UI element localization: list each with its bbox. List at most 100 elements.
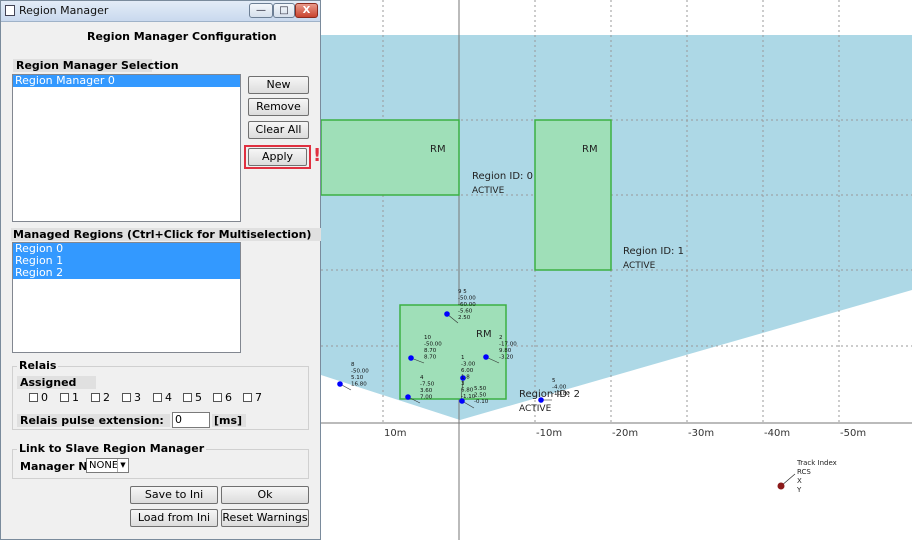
- x-tick: -50m: [840, 428, 866, 439]
- target-label: 10: [424, 335, 431, 341]
- target-label: 3.60: [420, 388, 433, 394]
- clear-all-button[interactable]: Clear All: [248, 121, 309, 139]
- relais-heading: Relais: [17, 359, 59, 372]
- target-label: -17.00: [499, 342, 517, 348]
- target-point[interactable]: [408, 355, 414, 361]
- legend-line: Y: [796, 486, 802, 494]
- manager-nr-value: NONE: [89, 460, 119, 471]
- checkbox-label: 5: [195, 391, 202, 404]
- region-manager-list[interactable]: Region Manager 0: [12, 74, 241, 222]
- track-legend: Track Index RCS X Y: [777, 459, 837, 494]
- region-manager-window: Region Manager — □ X Region Manager Conf…: [0, 0, 321, 540]
- region-2-id: Region ID: 2: [519, 389, 580, 400]
- checkbox-label: 1: [72, 391, 79, 404]
- relais-checkbox-0[interactable]: [29, 393, 38, 402]
- relais-checkbox-4[interactable]: [153, 393, 162, 402]
- target-label: 5.50: [474, 386, 487, 392]
- target-point[interactable]: [483, 354, 489, 360]
- config-title: Region Manager Configuration: [87, 30, 277, 43]
- legend-point: [777, 482, 785, 490]
- reset-warnings-button[interactable]: Reset Warnings: [221, 509, 309, 527]
- legend-line: RCS: [797, 468, 811, 476]
- target-point[interactable]: [538, 397, 544, 403]
- list-item[interactable]: Region 2: [13, 267, 240, 279]
- checkbox-label: 2: [103, 391, 110, 404]
- save-to-ini-button[interactable]: Save to Ini: [130, 486, 218, 504]
- relais-checkbox-7[interactable]: [243, 393, 252, 402]
- link-heading: Link to Slave Region Manager: [17, 442, 207, 455]
- assigned-label: Assigned: [17, 376, 96, 389]
- target-label: 8.70: [424, 355, 437, 361]
- app-icon: [5, 5, 15, 16]
- pulse-label: Relais pulse extension:: [17, 414, 170, 427]
- pulse-unit: [ms]: [212, 414, 246, 427]
- pulse-extension-input[interactable]: 0: [172, 412, 210, 428]
- relais-checkbox-2[interactable]: [91, 393, 100, 402]
- warning-mark: !: [313, 145, 322, 166]
- relais-checkbox-1[interactable]: [60, 393, 69, 402]
- target-point[interactable]: [459, 398, 465, 404]
- target-label: -50.00: [458, 296, 476, 302]
- target-label: -3.00: [461, 362, 476, 368]
- managed-heading: Managed Regions (Ctrl+Click for Multisel…: [11, 228, 321, 241]
- manager-nr-label: Manager Nr.: [20, 460, 96, 473]
- relais-checkbox-5[interactable]: [183, 393, 192, 402]
- legend-line: Track Index: [796, 459, 837, 467]
- title-bar[interactable]: Region Manager — □ X: [1, 1, 320, 22]
- checkbox-label: 7: [255, 391, 262, 404]
- new-button[interactable]: New: [248, 76, 309, 94]
- region-0-status: ACTIVE: [472, 186, 505, 196]
- list-item[interactable]: Region Manager 0: [13, 75, 240, 87]
- target-label: -10.80: [552, 391, 570, 397]
- ok-button[interactable]: Ok: [221, 486, 309, 504]
- checkbox-label: 0: [41, 391, 48, 404]
- region-partial-label: RM: [430, 144, 446, 155]
- apply-button[interactable]: Apply: [248, 148, 307, 166]
- target-label: 16.80: [351, 382, 367, 388]
- target-label: 9.80: [499, 348, 512, 354]
- target-label: 1.8: [461, 375, 470, 381]
- target-label: 7.00: [420, 395, 433, 401]
- target-label: -7.50: [420, 382, 435, 388]
- relais-checkbox-6[interactable]: [213, 393, 222, 402]
- close-button[interactable]: X: [295, 3, 318, 18]
- checkbox-label: 3: [134, 391, 141, 404]
- target-label: -0.10: [474, 399, 489, 405]
- target-label: -4.00: [552, 385, 567, 391]
- relais-checkbox-3[interactable]: [122, 393, 131, 402]
- region-2-label: RM: [476, 329, 492, 340]
- target-label: -60.00: [458, 302, 476, 308]
- region-1-status: ACTIVE: [623, 261, 656, 271]
- target-label: 8.70: [424, 348, 437, 354]
- target-label: 9 5: [458, 289, 467, 295]
- checkbox-label: 4: [165, 391, 172, 404]
- target-label: 2: [499, 335, 503, 341]
- manager-nr-select[interactable]: NONE ▼: [86, 458, 129, 473]
- target-label: -3.20: [499, 355, 514, 361]
- target-point[interactable]: [405, 394, 411, 400]
- target-label: 8: [351, 362, 355, 368]
- target-label: 3: [461, 381, 465, 387]
- remove-button[interactable]: Remove: [248, 98, 309, 116]
- load-from-ini-button[interactable]: Load from Ini: [130, 509, 218, 527]
- target-label: 4: [420, 375, 424, 381]
- window-title: Region Manager: [19, 4, 109, 17]
- region-1-box[interactable]: [534, 119, 612, 271]
- minimize-button[interactable]: —: [249, 3, 273, 18]
- region-1-label: RM: [582, 144, 598, 155]
- target-label: 2.50: [474, 393, 487, 399]
- target-label: 6.00: [461, 368, 474, 374]
- x-tick: -40m: [764, 428, 790, 439]
- target-point[interactable]: [444, 311, 450, 317]
- x-tick: -20m: [612, 428, 638, 439]
- target-label: -50.00: [351, 369, 369, 375]
- selection-heading: Region Manager Selection: [13, 59, 179, 72]
- x-tick: 10m: [384, 428, 406, 439]
- region-partial[interactable]: [320, 119, 460, 196]
- managed-regions-list[interactable]: Region 0 Region 1 Region 2: [12, 242, 241, 353]
- target-label: -50.00: [424, 342, 442, 348]
- maximize-button[interactable]: □: [273, 3, 295, 18]
- target-label: 5: [552, 378, 556, 384]
- target-point[interactable]: [337, 381, 343, 387]
- region-1-id: Region ID: 1: [623, 246, 684, 257]
